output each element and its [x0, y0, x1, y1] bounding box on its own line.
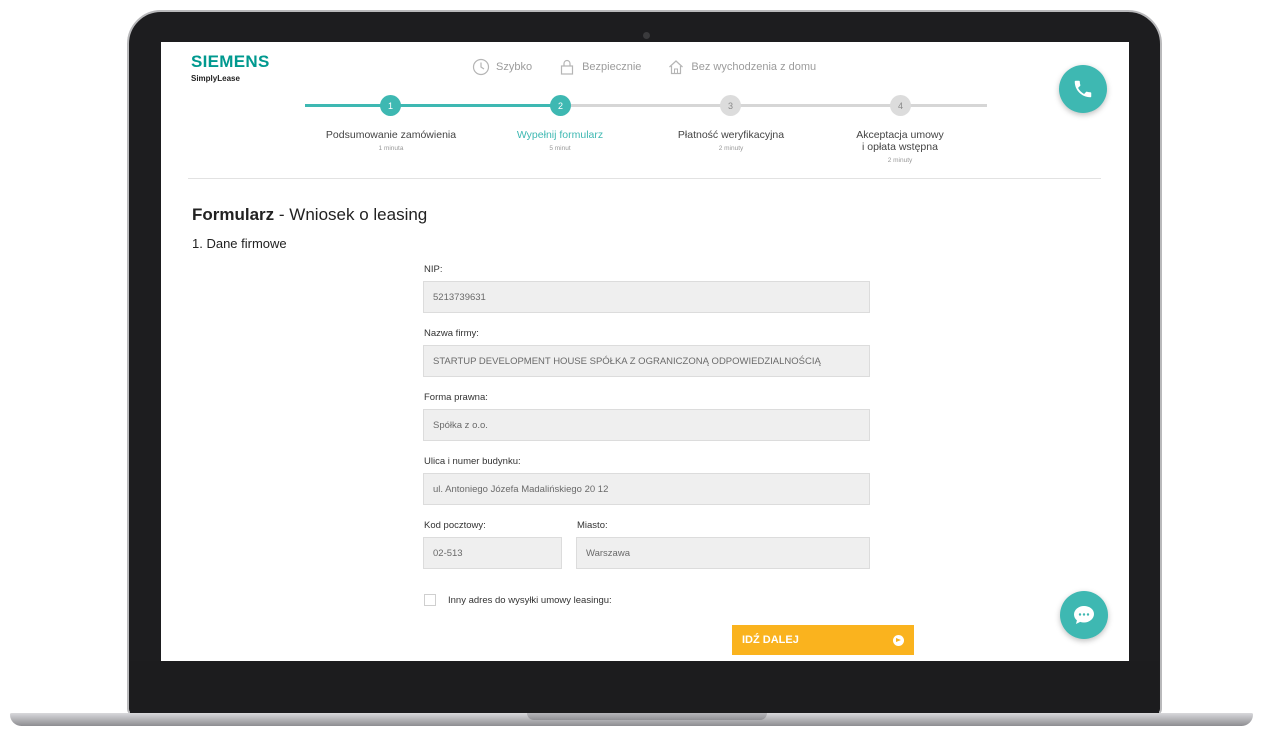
next-button-label: IDŹ DALEJ — [742, 634, 799, 646]
laptop-mockup: SIEMENS SimplyLease Szybko Bezpiecznie B… — [0, 0, 1263, 737]
legal-form-field[interactable]: Spółka z o.o. — [423, 409, 870, 441]
phone-icon — [1074, 80, 1092, 98]
step-title-line1: Akceptacja umowy — [856, 129, 944, 141]
nip-label: NIP: — [424, 264, 443, 275]
arrow-right-circle-icon — [893, 634, 904, 646]
page-title-bold: Formularz — [192, 205, 275, 224]
step-3-label: Płatność weryfikacyjna 2 minuty — [646, 129, 816, 155]
progress-track-remaining — [561, 104, 987, 107]
step-title: Podsumowanie zamówienia — [325, 129, 457, 141]
step-title-line2: i opłata wstępna — [862, 141, 938, 153]
chat-button[interactable] — [1060, 591, 1108, 639]
page-title-rest: - Wniosek o leasing — [274, 205, 428, 224]
step-title: Wypełnij formularz — [516, 129, 604, 141]
step-time: 5 minut — [549, 145, 571, 152]
step-2-label: Wypełnij formularz 5 minut — [475, 129, 645, 155]
step-1-label: Podsumowanie zamówienia 1 minuta — [306, 129, 476, 155]
postal-code-field[interactable]: 02-513 — [423, 537, 562, 569]
step-4-indicator: 4 — [890, 95, 911, 116]
company-name-field[interactable]: STARTUP DEVELOPMENT HOUSE SPÓŁKA Z OGRAN… — [423, 345, 870, 377]
feature-label: Bez wychodzenia z domu — [691, 61, 817, 73]
brand-name: SIEMENS — [191, 52, 270, 71]
feature-secure: Bezpiecznie — [558, 58, 641, 76]
page-title: Formularz - Wniosek o leasing — [192, 205, 427, 225]
clock-icon — [472, 58, 490, 76]
section-title: 1. Dane firmowe — [192, 236, 287, 251]
progress-track-completed — [305, 104, 561, 107]
laptop-bezel-bottom — [130, 661, 1159, 715]
step-time: 1 minuta — [378, 145, 404, 152]
lock-icon — [560, 59, 574, 75]
feature-label: Bezpiecznie — [582, 61, 642, 73]
next-button[interactable]: IDŹ DALEJ — [732, 625, 914, 655]
street-label: Ulica i numer budynku: — [424, 456, 521, 467]
brand-product: SimplyLease — [191, 74, 240, 83]
street-field[interactable]: ul. Antoniego Józefa Madalińskiego 20 12 — [423, 473, 870, 505]
other-address-label: Inny adres do wysyłki umowy leasingu: — [448, 595, 612, 606]
laptop-hinge-notch — [527, 713, 767, 720]
city-label: Miasto: — [577, 520, 608, 531]
feature-fast: Szybko — [472, 58, 532, 76]
step-4-label: Akceptacja umowy i opłata wstępna 2 minu… — [815, 129, 985, 167]
step-3-indicator: 3 — [720, 95, 741, 116]
step-1-indicator[interactable]: 1 — [380, 95, 401, 116]
feature-label: Szybko — [496, 61, 533, 73]
brand-logo[interactable]: SIEMENS SimplyLease — [191, 52, 270, 83]
home-icon — [669, 60, 684, 75]
camera-icon — [643, 32, 650, 39]
feature-home: Bez wychodzenia z domu — [667, 58, 816, 76]
step-2-indicator[interactable]: 2 — [550, 95, 571, 116]
legal-form-label: Forma prawna: — [424, 392, 488, 403]
chat-icon — [1074, 606, 1094, 624]
step-title: Płatność weryfikacyjna — [677, 129, 785, 141]
call-button[interactable] — [1059, 65, 1107, 113]
city-field[interactable]: Warszawa — [576, 537, 870, 569]
postal-code-label: Kod pocztowy: — [424, 520, 486, 531]
other-address-checkbox[interactable] — [424, 594, 436, 606]
company-name-label: Nazwa firmy: — [424, 328, 479, 339]
app-screen: SIEMENS SimplyLease Szybko Bezpiecznie B… — [161, 42, 1129, 661]
step-time: 2 minuty — [718, 145, 744, 152]
nip-field[interactable]: 5213739631 — [423, 281, 870, 313]
feature-list: Szybko Bezpiecznie Bez wychodzenia z dom… — [472, 58, 816, 76]
step-time: 2 minuty — [887, 157, 913, 164]
header-divider — [188, 178, 1101, 179]
